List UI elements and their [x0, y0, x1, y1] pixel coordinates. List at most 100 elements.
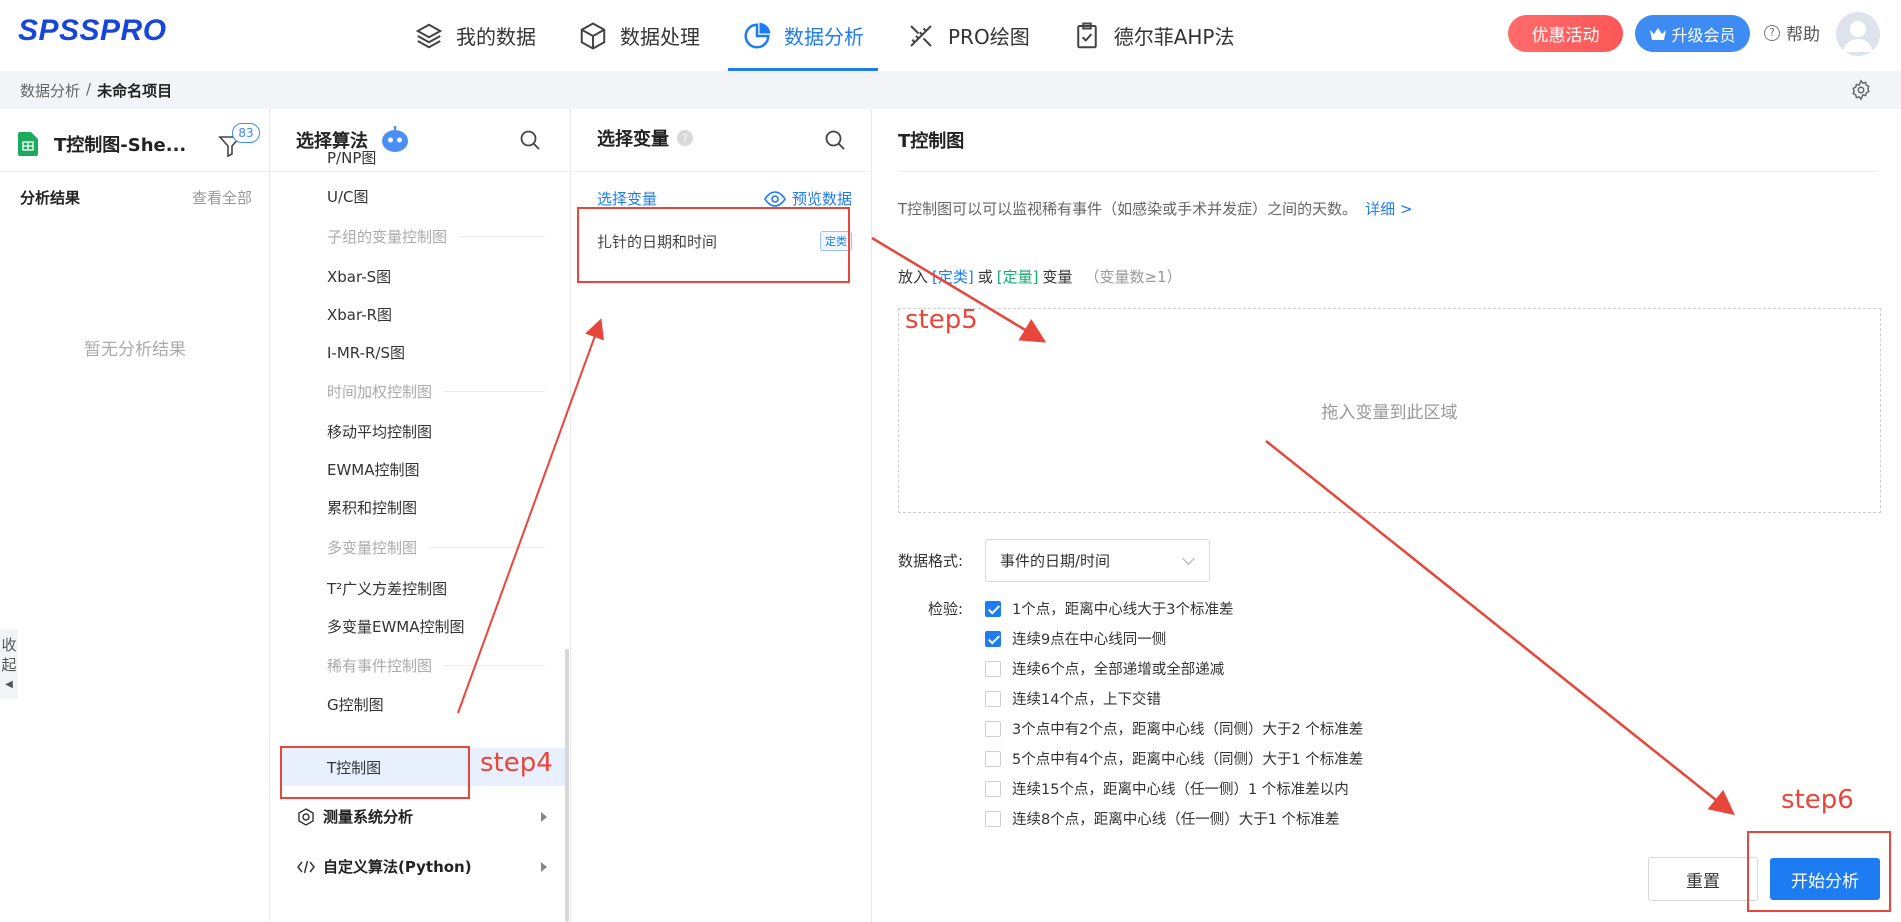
breadcrumb-root[interactable]: 数据分析 — [20, 80, 80, 101]
ruler-pencil-icon — [910, 24, 932, 47]
caret-right-icon — [541, 861, 547, 872]
drop-instruction: 放入 [定类] 或 [定量] 变量 （变量数≥1） — [898, 266, 1182, 287]
checkbox-unchecked[interactable] — [985, 720, 1001, 737]
breadcrumb: 数据分析 / 未命名项目 — [20, 80, 172, 101]
checkbox-unchecked[interactable] — [985, 780, 1001, 797]
select-variables-tab[interactable]: 选择变量 — [597, 188, 657, 209]
algo-item-mewma[interactable]: 多变量EWMA控制图 — [327, 616, 465, 637]
nav-data-analysis[interactable]: 数据分析 — [728, 0, 878, 71]
test-checkbox-4[interactable]: 连续14个点，上下交错 — [985, 688, 1161, 709]
divider — [0, 171, 270, 172]
algo-item-g-chart[interactable]: G控制图 — [327, 694, 384, 715]
variable-name: 扎针的日期和时间 — [597, 232, 718, 251]
group-label: 多变量控制图 — [327, 539, 418, 557]
logo[interactable]: SPSSPRO — [18, 14, 167, 48]
checkbox-unchecked[interactable] — [985, 690, 1001, 707]
collapse-label-2: 起 — [1, 656, 17, 674]
start-analysis-button[interactable]: 开始分析 — [1770, 858, 1880, 900]
help-link[interactable]: ? 帮助 — [1764, 20, 1820, 45]
test-label: 连续14个点，上下交错 — [1012, 692, 1161, 708]
drop-count-hint: （变量数≥1） — [1084, 268, 1182, 286]
nav-my-data[interactable]: 我的数据 — [400, 0, 550, 71]
robot-assistant-icon[interactable] — [380, 126, 410, 154]
checkbox-checked[interactable] — [985, 600, 1001, 617]
caret-right-icon — [541, 811, 547, 822]
test-checkbox-3[interactable]: 连续6个点，全部递增或全部递减 — [985, 658, 1224, 679]
help-icon[interactable]: ? — [677, 130, 693, 146]
nav-delphi-ahp[interactable]: 德尔菲AHP法 — [1058, 0, 1249, 71]
variable-item[interactable]: 扎针的日期和时间 定类 — [597, 226, 852, 256]
shield-hex-icon — [298, 807, 314, 826]
details-link[interactable]: 详细 > — [1365, 200, 1412, 218]
algo-category-python[interactable]: 自定义算法(Python) — [297, 856, 547, 877]
description-text: T控制图可以可以监视稀有事件（如感染或手术并发症）之间的天数。 — [898, 200, 1358, 218]
avatar[interactable] — [1836, 12, 1880, 56]
main-nav: 我的数据 数据处理 数据分析 PRO绘图 德尔菲AHP法 — [400, 0, 1262, 71]
divider — [898, 171, 1878, 172]
algo-group-rare-event: 稀有事件控制图 — [327, 655, 545, 676]
group-label: 子组的变量控制图 — [327, 228, 448, 246]
algo-item-xbar-r[interactable]: Xbar-R图 — [327, 304, 392, 325]
checkbox-checked[interactable] — [985, 630, 1001, 647]
search-icon[interactable] — [519, 129, 541, 151]
test-checkbox-8[interactable]: 连续8个点，距离中心线（任一侧）大于1 个标准差 — [985, 808, 1340, 829]
algo-item-uc[interactable]: U/C图 — [327, 186, 369, 207]
algo-category-msa[interactable]: 测量系统分析 — [297, 806, 547, 827]
view-all-link[interactable]: 查看全部 — [192, 187, 252, 208]
drop-quantitative: [定量] — [996, 268, 1039, 286]
algo-item-t2[interactable]: T²广义方差控制图 — [327, 578, 447, 599]
upgrade-vip-button[interactable]: 升级会员 — [1635, 15, 1750, 52]
file-row[interactable]: T控制图-She... 83 — [18, 123, 260, 159]
algo-item-ewma[interactable]: EWMA控制图 — [327, 459, 420, 480]
test-checkbox-1[interactable]: 1个点，距离中心线大于3个标准差 — [985, 598, 1233, 619]
data-format-value: 事件的日期/时间 — [1000, 552, 1111, 570]
gear-icon[interactable] — [1850, 79, 1872, 101]
test-label: 连续9点在中心线同一侧 — [1012, 632, 1167, 648]
nav-data-processing[interactable]: 数据处理 — [564, 0, 714, 71]
annotation-step4: step4 — [480, 748, 553, 778]
test-checkbox-2[interactable]: 连续9点在中心线同一侧 — [985, 628, 1166, 649]
test-label: 1个点，距离中心线大于3个标准差 — [1012, 602, 1234, 618]
group-label: 时间加权控制图 — [327, 383, 433, 401]
test-label: 连续15个点，距离中心线（任一侧）1 个标准差以内 — [1012, 782, 1349, 798]
data-format-select[interactable]: 事件的日期/时间 — [985, 539, 1210, 582]
variable-subheader: 选择变量 预览数据 — [597, 188, 852, 209]
checkbox-unchecked[interactable] — [985, 750, 1001, 767]
config-title: T控制图 — [898, 131, 965, 152]
nav-label: 我的数据 — [456, 25, 536, 49]
test-checkbox-7[interactable]: 连续15个点，距离中心线（任一侧）1 个标准差以内 — [985, 778, 1349, 799]
variable-panel: 选择变量 ? 选择变量 预览数据 扎针的日期和时间 定类 — [572, 109, 872, 922]
algo-group-subgroup: 子组的变量控制图 — [327, 226, 545, 247]
checkbox-unchecked[interactable] — [985, 810, 1001, 827]
collapse-sidebar-button[interactable]: 收 起 ◀ — [0, 629, 18, 699]
algo-item-pnp[interactable]: P/NP图 — [327, 147, 376, 168]
scrollbar[interactable] — [565, 649, 569, 922]
clipboard-check-icon — [1076, 22, 1097, 48]
test-checkbox-5[interactable]: 3个点中有2个点，距离中心线（同侧）大于2 个标准差 — [985, 718, 1363, 739]
code-icon — [297, 860, 315, 873]
test-checkbox-6[interactable]: 5个点中有4个点，距离中心线（同侧）大于1 个标准差 — [985, 748, 1363, 769]
results-header: 分析结果 查看全部 — [20, 187, 252, 208]
algo-item-moving-average[interactable]: 移动平均控制图 — [327, 421, 432, 442]
annotation-step6: step6 — [1781, 785, 1854, 815]
variable-dropzone[interactable]: 拖入变量到此区域 — [898, 308, 1881, 513]
category-label: 自定义算法(Python) — [323, 858, 472, 876]
divider — [572, 171, 872, 172]
top-nav-bar: SPSSPRO 我的数据 数据处理 数据分析 PRO绘图 德尔菲AHP法 优惠活… — [0, 0, 1901, 71]
search-icon[interactable] — [824, 129, 846, 151]
algo-item-xbar-s[interactable]: Xbar-S图 — [327, 266, 391, 287]
drop-categorical: [定类] — [932, 268, 974, 286]
nav-label: 数据处理 — [620, 25, 700, 49]
algo-group-timeweighted: 时间加权控制图 — [327, 381, 545, 402]
reset-button[interactable]: 重置 — [1648, 857, 1758, 901]
annotation-step5: step5 — [905, 305, 978, 335]
file-name: T控制图-She... — [54, 135, 187, 156]
nav-pro-chart[interactable]: PRO绘图 — [892, 0, 1044, 71]
checkbox-unchecked[interactable] — [985, 660, 1001, 677]
algo-item-imr[interactable]: I-MR-R/S图 — [327, 342, 405, 363]
promo-button[interactable]: 优惠活动 — [1508, 15, 1623, 52]
chevron-down-icon — [1182, 552, 1195, 565]
preview-data-button[interactable]: 预览数据 — [764, 188, 852, 209]
algo-item-t-chart[interactable]: T控制图 — [327, 757, 381, 778]
algo-item-cusum[interactable]: 累积和控制图 — [327, 497, 417, 518]
